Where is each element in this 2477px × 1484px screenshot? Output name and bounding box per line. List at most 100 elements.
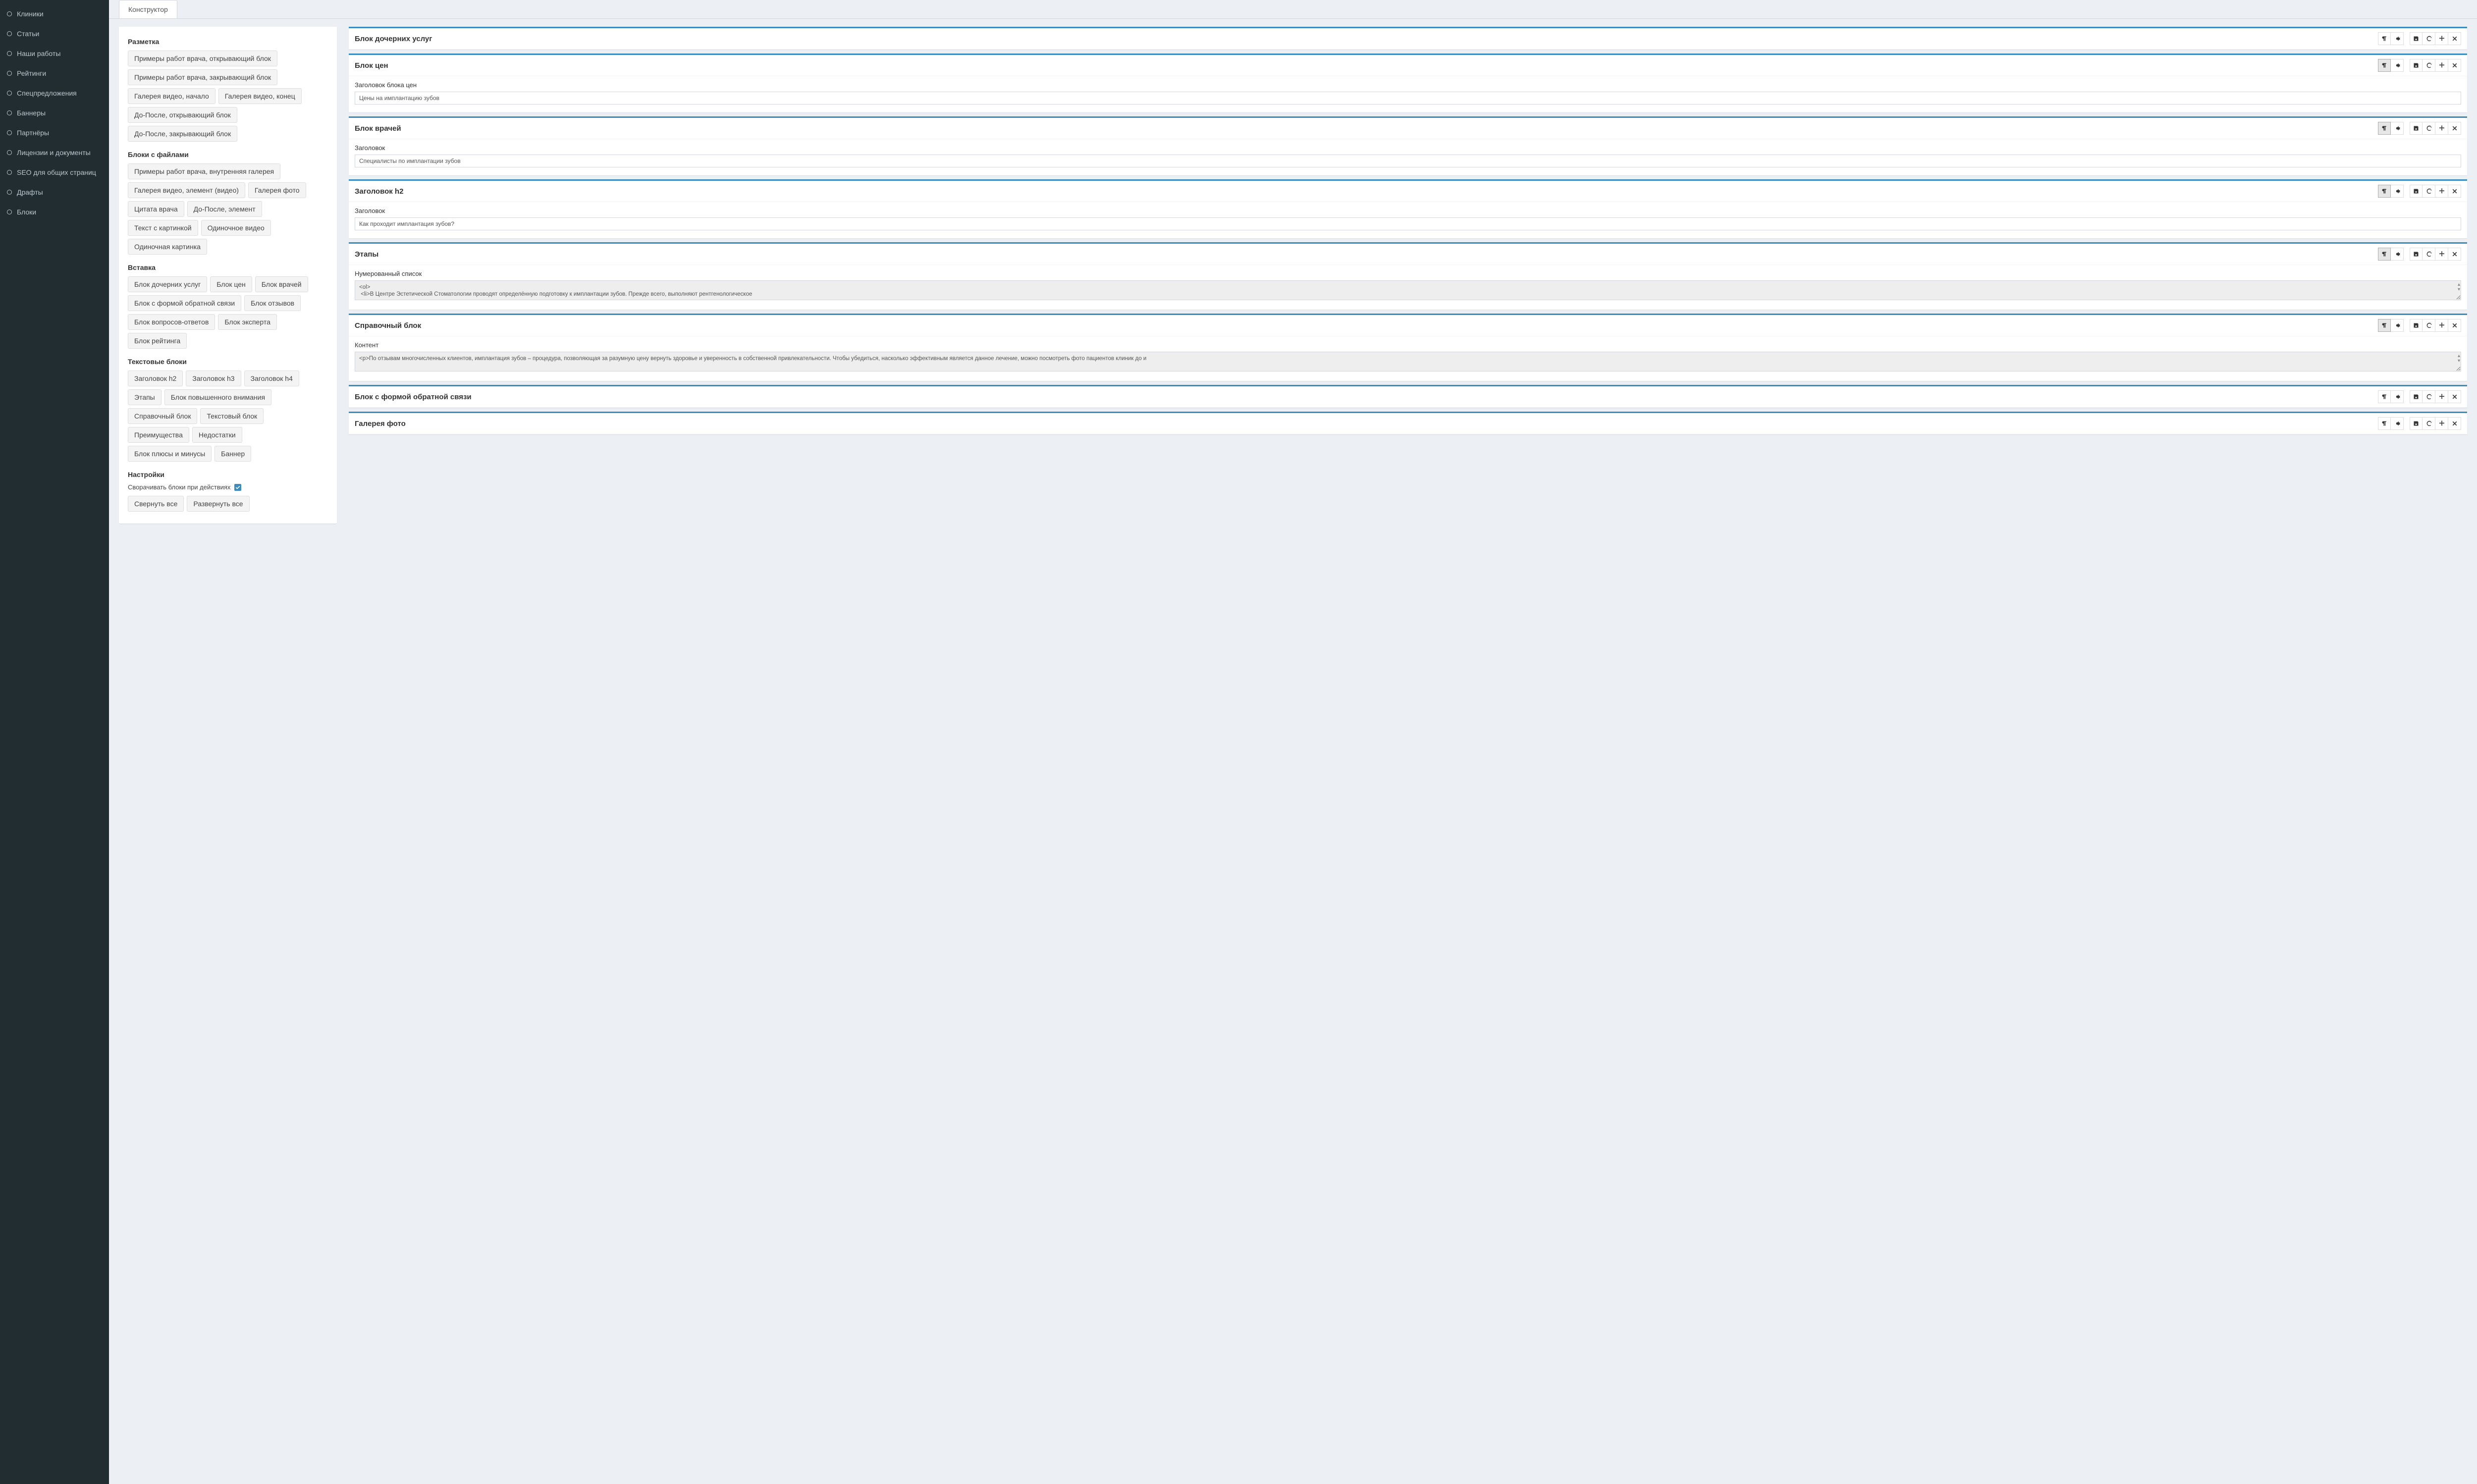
close-icon[interactable]	[2448, 32, 2461, 45]
palette-button[interactable]: Преимущества	[128, 427, 189, 443]
palette-button[interactable]: Блок повышенного внимания	[164, 389, 271, 405]
move-icon[interactable]	[2435, 417, 2448, 430]
sidebar-item-0[interactable]: Клиники	[0, 4, 109, 24]
palette-button[interactable]: Цитата врача	[128, 201, 184, 217]
save-icon[interactable]	[2410, 122, 2423, 135]
close-icon[interactable]	[2448, 185, 2461, 198]
palette-button[interactable]: Этапы	[128, 389, 162, 405]
settings-icon[interactable]	[2391, 59, 2404, 72]
palette-button[interactable]: Заголовок h4	[244, 371, 299, 386]
collapse-checkbox[interactable]	[234, 484, 241, 491]
refresh-icon[interactable]	[2423, 248, 2435, 261]
palette-button[interactable]: Заголовок h3	[186, 371, 241, 386]
refresh-icon[interactable]	[2423, 59, 2435, 72]
toggle-content-icon[interactable]	[2378, 185, 2391, 198]
refresh-icon[interactable]	[2423, 417, 2435, 430]
settings-icon[interactable]	[2391, 185, 2404, 198]
toggle-content-icon[interactable]	[2378, 59, 2391, 72]
palette-button[interactable]: Одиночная картинка	[128, 239, 207, 255]
palette-button[interactable]: Галерея фото	[248, 182, 306, 198]
sidebar-item-7[interactable]: Лицензии и документы	[0, 143, 109, 162]
sidebar-item-1[interactable]: Статьи	[0, 24, 109, 44]
palette-button[interactable]: Блок врачей	[255, 276, 308, 292]
palette-button[interactable]: Текст с картинкой	[128, 220, 198, 236]
toggle-content-icon[interactable]	[2378, 122, 2391, 135]
tab-constructor[interactable]: Конструктор	[119, 0, 177, 18]
palette-button[interactable]: Блок отзывов	[244, 295, 301, 311]
field-textarea[interactable]: <ol> <li>В Центре Эстетической Стоматоло…	[355, 280, 2461, 300]
palette-button[interactable]: Галерея видео, элемент (видео)	[128, 182, 245, 198]
move-icon[interactable]	[2435, 32, 2448, 45]
expand-all-button[interactable]: Развернуть все	[187, 496, 249, 512]
sidebar-item-5[interactable]: Баннеры	[0, 103, 109, 123]
close-icon[interactable]	[2448, 417, 2461, 430]
palette-button[interactable]: Блок с формой обратной связи	[128, 295, 241, 311]
palette-button[interactable]: Недостатки	[192, 427, 242, 443]
move-icon[interactable]	[2435, 122, 2448, 135]
toggle-content-icon[interactable]	[2378, 248, 2391, 261]
move-icon[interactable]	[2435, 248, 2448, 261]
field-input[interactable]	[355, 217, 2461, 230]
move-icon[interactable]	[2435, 59, 2448, 72]
toggle-content-icon[interactable]	[2378, 32, 2391, 45]
palette-button[interactable]: Примеры работ врача, закрывающий блок	[128, 69, 277, 85]
field-input[interactable]	[355, 155, 2461, 167]
sidebar-item-3[interactable]: Рейтинги	[0, 63, 109, 83]
settings-icon[interactable]	[2391, 248, 2404, 261]
settings-icon[interactable]	[2391, 122, 2404, 135]
save-icon[interactable]	[2410, 319, 2423, 332]
field-textarea[interactable]: <p>По отзывам многочисленных клиентов, и…	[355, 352, 2461, 371]
palette-button[interactable]: Галерея видео, начало	[128, 88, 215, 104]
palette-button[interactable]: Блок вопросов-ответов	[128, 314, 215, 330]
toggle-content-icon[interactable]	[2378, 319, 2391, 332]
sidebar-item-10[interactable]: Блоки	[0, 202, 109, 222]
sidebar-item-2[interactable]: Наши работы	[0, 44, 109, 63]
toggle-content-icon[interactable]	[2378, 390, 2391, 403]
palette-button[interactable]: До-После, открывающий блок	[128, 107, 237, 123]
save-icon[interactable]	[2410, 185, 2423, 198]
palette-button[interactable]: Баннер	[215, 446, 251, 462]
palette-button[interactable]: Блок дочерних услуг	[128, 276, 207, 292]
toggle-content-icon[interactable]	[2378, 417, 2391, 430]
move-icon[interactable]	[2435, 185, 2448, 198]
palette-button[interactable]: Блок эксперта	[218, 314, 276, 330]
close-icon[interactable]	[2448, 59, 2461, 72]
settings-icon[interactable]	[2391, 390, 2404, 403]
settings-icon[interactable]	[2391, 32, 2404, 45]
move-icon[interactable]	[2435, 319, 2448, 332]
save-icon[interactable]	[2410, 59, 2423, 72]
palette-button[interactable]: Галерея видео, конец	[218, 88, 302, 104]
palette-button[interactable]: Примеры работ врача, внутренняя галерея	[128, 163, 280, 179]
palette-button[interactable]: Заголовок h2	[128, 371, 183, 386]
palette-button[interactable]: До-После, элемент	[187, 201, 262, 217]
settings-icon[interactable]	[2391, 417, 2404, 430]
close-icon[interactable]	[2448, 248, 2461, 261]
palette-button[interactable]: Текстовый блок	[200, 408, 264, 424]
refresh-icon[interactable]	[2423, 32, 2435, 45]
move-icon[interactable]	[2435, 390, 2448, 403]
palette-button[interactable]: Блок цен	[210, 276, 252, 292]
settings-icon[interactable]	[2391, 319, 2404, 332]
field-input[interactable]	[355, 92, 2461, 105]
sidebar-item-9[interactable]: Драфты	[0, 182, 109, 202]
palette-button[interactable]: Примеры работ врача, открывающий блок	[128, 51, 277, 66]
refresh-icon[interactable]	[2423, 122, 2435, 135]
save-icon[interactable]	[2410, 32, 2423, 45]
palette-button[interactable]: Справочный блок	[128, 408, 197, 424]
sidebar-item-6[interactable]: Партнёры	[0, 123, 109, 143]
collapse-all-button[interactable]: Свернуть все	[128, 496, 184, 512]
palette-button[interactable]: Одиночное видео	[201, 220, 271, 236]
close-icon[interactable]	[2448, 390, 2461, 403]
save-icon[interactable]	[2410, 248, 2423, 261]
refresh-icon[interactable]	[2423, 185, 2435, 198]
sidebar-item-8[interactable]: SEO для общих страниц	[0, 162, 109, 182]
refresh-icon[interactable]	[2423, 319, 2435, 332]
close-icon[interactable]	[2448, 122, 2461, 135]
palette-button[interactable]: До-После, закрывающий блок	[128, 126, 237, 142]
sidebar-item-4[interactable]: Спецпредложения	[0, 83, 109, 103]
palette-button[interactable]: Блок рейтинга	[128, 333, 187, 349]
close-icon[interactable]	[2448, 319, 2461, 332]
palette-button[interactable]: Блок плюсы и минусы	[128, 446, 212, 462]
save-icon[interactable]	[2410, 390, 2423, 403]
refresh-icon[interactable]	[2423, 390, 2435, 403]
